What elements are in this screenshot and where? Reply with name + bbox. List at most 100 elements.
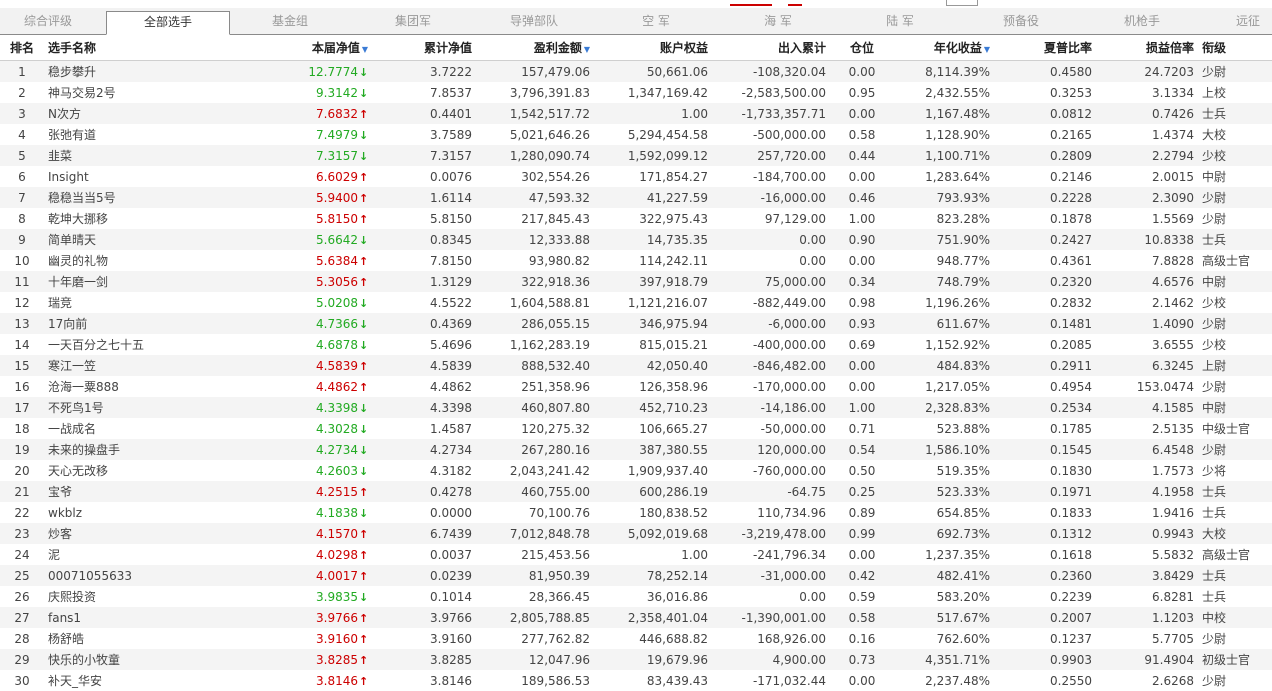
column-header-pl-ratio[interactable]: 损益倍率 (1096, 34, 1198, 61)
cell-pl-ratio: 1.9416 (1096, 502, 1198, 523)
tab-army[interactable]: 陆 军 (860, 12, 940, 34)
cell-annual-return: 611.67% (894, 313, 994, 334)
cell-pl-ratio: 5.7705 (1096, 628, 1198, 649)
column-header-position[interactable]: 仓位 (830, 34, 894, 61)
cell-player-name[interactable]: 韭菜 (44, 145, 162, 166)
cell-account-equity: 452,710.23 (594, 397, 712, 418)
nav-value: 4.5839 (316, 358, 358, 373)
nav-value: 5.3056 (316, 274, 358, 289)
cell-player-name[interactable]: 稳步攀升 (44, 60, 162, 82)
cell-profit-amount: 70,100.76 (476, 502, 594, 523)
cell-player-name[interactable]: 宝爷 (44, 481, 162, 502)
cell-cumulative-nav: 0.8345 (372, 229, 476, 250)
cell-rank-title: 高级士官 (1198, 544, 1272, 565)
cell-player-name[interactable]: 未来的操盘手 (44, 439, 162, 460)
cell-player-name[interactable]: fans1 (44, 607, 162, 628)
cell-sharpe-ratio: 0.2360 (994, 565, 1096, 586)
cell-player-name[interactable]: Insight (44, 166, 162, 187)
cell-player-name[interactable]: 十年磨一剑 (44, 271, 162, 292)
cell-player-name[interactable]: 一天百分之七十五 (44, 334, 162, 355)
column-header-player-name[interactable]: 选手名称 (44, 34, 162, 61)
cell-account-equity: 171,854.27 (594, 166, 712, 187)
cell-net-flow: 97,129.00 (712, 208, 830, 229)
cell-player-name[interactable]: N次方 (44, 103, 162, 124)
cell-player-name[interactable]: 炒客 (44, 523, 162, 544)
tab-group-army[interactable]: 集团军 (373, 12, 453, 34)
cell-cumulative-nav: 5.4696 (372, 334, 476, 355)
cell-player-name[interactable]: 不死鸟1号 (44, 397, 162, 418)
cell-player-name[interactable]: 幽灵的礼物 (44, 250, 162, 271)
cell-cumulative-nav: 7.8150 (372, 250, 476, 271)
cell-player-name[interactable]: 天心无改移 (44, 460, 162, 481)
cell-rank-title: 士兵 (1198, 502, 1272, 523)
tab-expedition[interactable]: 远征 (1236, 12, 1272, 34)
column-header-rank-title[interactable]: 衔级 (1198, 34, 1272, 61)
table-row: 7 稳稳当当5号 5.9400↑ 1.6114 47,593.32 41,227.59 -1… (0, 187, 1272, 208)
cell-player-name[interactable]: 一战成名 (44, 418, 162, 439)
tab-overall-rating[interactable]: 综合评级 (8, 12, 88, 34)
cell-player-name[interactable]: 泥 (44, 544, 162, 565)
cell-player-name[interactable]: 寒江一笠 (44, 355, 162, 376)
cell-account-equity: 14,735.35 (594, 229, 712, 250)
cell-rank-title: 少尉 (1198, 670, 1272, 691)
cell-player-name[interactable]: wkblz (44, 502, 162, 523)
sort-triangle-down-icon[interactable]: ▼ (584, 45, 590, 54)
cell-player-name[interactable]: 杨舒皓 (44, 628, 162, 649)
cell-position: 0.90 (830, 229, 894, 250)
cell-cumulative-nav: 1.6114 (372, 187, 476, 208)
table-row: 9 简单晴天 5.6642↓ 0.8345 12,333.88 14,735.35 0.00… (0, 229, 1272, 250)
cell-rank: 17 (0, 397, 44, 418)
column-header-current-nav[interactable]: 本届净值 ▼ (162, 34, 372, 61)
cell-player-name[interactable]: 沧海一粟888 (44, 376, 162, 397)
cell-player-name[interactable]: 简单晴天 (44, 229, 162, 250)
cell-player-name[interactable]: 张弛有道 (44, 124, 162, 145)
cell-profit-amount: 157,479.06 (476, 60, 594, 82)
arrow-up-icon: ↑ (359, 548, 369, 562)
column-header-net-flow[interactable]: 出入累计 (712, 34, 830, 61)
cell-pl-ratio: 6.4548 (1096, 439, 1198, 460)
cell-annual-return: 1,586.10% (894, 439, 994, 460)
cell-rank: 3 (0, 103, 44, 124)
cell-player-name[interactable]: 瑞竞 (44, 292, 162, 313)
column-header-profit-amount[interactable]: 盈利金额 ▼ (476, 34, 594, 61)
arrow-down-icon: ↓ (359, 464, 369, 478)
tab-missile-force[interactable]: 导弹部队 (494, 12, 574, 34)
column-header-annual-return[interactable]: 年化收益 ▼ (894, 34, 994, 61)
tab-reserve[interactable]: 预备役 (981, 12, 1061, 34)
sort-triangle-down-icon[interactable]: ▼ (362, 45, 368, 54)
cell-player-name[interactable]: 快乐的小牧童 (44, 649, 162, 670)
cell-player-name[interactable]: 稳稳当当5号 (44, 187, 162, 208)
cell-annual-return: 948.77% (894, 250, 994, 271)
cell-player-name[interactable]: 庆熙投资 (44, 586, 162, 607)
tab-air-force[interactable]: 空 军 (616, 12, 696, 34)
column-header-account-equity[interactable]: 账户权益 (594, 34, 712, 61)
sort-triangle-down-icon[interactable]: ▼ (984, 45, 990, 54)
cell-position: 0.73 (830, 649, 894, 670)
tab-machine-gunner[interactable]: 机枪手 (1102, 12, 1182, 34)
table-row: 2 神马交易2号 9.3142↓ 7.8537 3,796,391.83 1,347,16… (0, 82, 1272, 103)
column-header-cumulative-nav[interactable]: 累计净值 (372, 34, 476, 61)
cell-rank: 11 (0, 271, 44, 292)
cell-rank: 10 (0, 250, 44, 271)
cell-sharpe-ratio: 0.1830 (994, 460, 1096, 481)
cell-rank: 28 (0, 628, 44, 649)
cell-annual-return: 793.93% (894, 187, 994, 208)
cell-profit-amount: 12,333.88 (476, 229, 594, 250)
cell-player-name[interactable]: 17向前 (44, 313, 162, 334)
cell-player-name[interactable]: 乾坤大挪移 (44, 208, 162, 229)
column-header-rank[interactable]: 排名 (0, 34, 44, 61)
cell-player-name[interactable]: 00071055633 (44, 565, 162, 586)
cell-player-name[interactable]: 神马交易2号 (44, 82, 162, 103)
cell-sharpe-ratio: 0.4580 (994, 60, 1096, 82)
cell-rank-title: 少校 (1198, 145, 1272, 166)
column-header-sharpe-ratio[interactable]: 夏普比率 (994, 34, 1096, 61)
tab-navy[interactable]: 海 军 (738, 12, 818, 34)
cell-account-equity: 41,227.59 (594, 187, 712, 208)
cell-rank-title: 中尉 (1198, 271, 1272, 292)
cell-position: 0.46 (830, 187, 894, 208)
tab-all-players[interactable]: 全部选手 (106, 11, 230, 35)
cell-player-name[interactable]: 补天_华安 (44, 670, 162, 691)
tab-fund-group[interactable]: 基金组 (250, 12, 330, 34)
cell-profit-amount: 460,807.80 (476, 397, 594, 418)
cell-rank-title: 大校 (1198, 523, 1272, 544)
